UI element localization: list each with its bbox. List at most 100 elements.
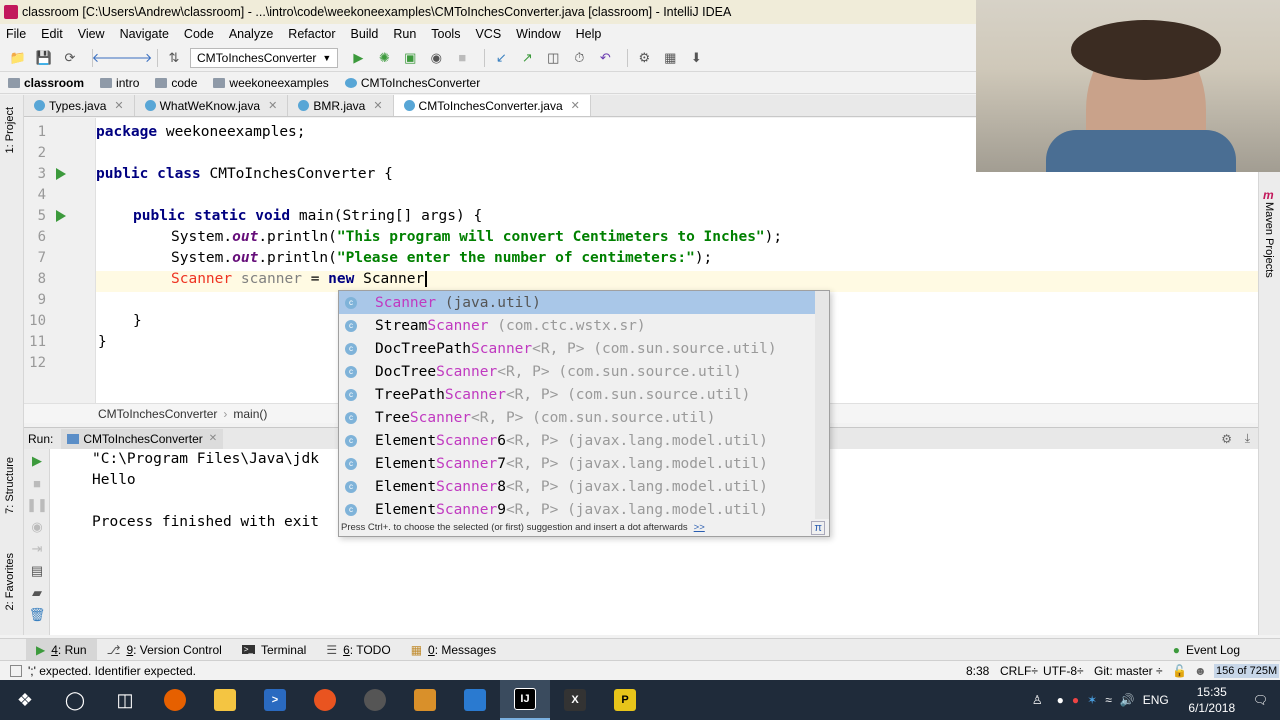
tab-bmr[interactable]: BMR.java ✕: [288, 95, 394, 116]
messages-tool-button[interactable]: ▦ 0: Messages: [401, 639, 506, 661]
build-icon[interactable]: ⇅: [164, 48, 184, 68]
completion-item[interactable]: c Element Scanner 6 <R, P> (javax.lang.model…: [339, 429, 815, 452]
revert-icon[interactable]: ↶: [595, 48, 615, 68]
close-icon[interactable]: ✕: [268, 99, 277, 112]
pause-icon[interactable]: ❚❚: [26, 495, 48, 515]
tab-cmtoinches[interactable]: CMToInchesConverter.java ✕: [393, 95, 591, 116]
menu-code[interactable]: Code: [184, 27, 214, 41]
file-explorer-icon[interactable]: [200, 680, 250, 720]
file-encoding[interactable]: UTF-8÷: [1043, 664, 1084, 678]
menu-navigate[interactable]: Navigate: [120, 27, 169, 41]
run-tab[interactable]: CMToInchesConverter ✕: [61, 428, 224, 449]
run-icon[interactable]: ▶: [348, 48, 368, 68]
completion-item[interactable]: c Scanner (java.util): [339, 291, 815, 314]
menu-help[interactable]: Help: [576, 27, 602, 41]
vcs-commit-icon[interactable]: ↗: [517, 48, 537, 68]
obs-icon[interactable]: [350, 680, 400, 720]
tab-whatweknow[interactable]: WhatWeKnow.java ✕: [135, 95, 289, 116]
more-link[interactable]: >>: [694, 522, 705, 533]
vcs-compare-icon[interactable]: ◫: [543, 48, 563, 68]
vscode-icon[interactable]: [450, 680, 500, 720]
git-branch[interactable]: Git: master ÷: [1094, 664, 1163, 678]
clock[interactable]: 15:35 6/1/2018: [1177, 684, 1247, 716]
menu-refactor[interactable]: Refactor: [288, 27, 335, 41]
completion-item[interactable]: c DocTree Scanner <R, P> (com.sun.source.ut…: [339, 360, 815, 383]
ubuntu-icon[interactable]: [300, 680, 350, 720]
hide-panel-icon[interactable]: ⤓: [1245, 431, 1250, 446]
open-folder-icon[interactable]: 📁: [8, 48, 28, 68]
debug-icon[interactable]: ✺: [374, 48, 394, 68]
breadcrumb-intro[interactable]: intro: [100, 76, 139, 90]
completion-item[interactable]: c Element Scanner 9 <R, P> (javax.lang.model…: [339, 498, 815, 521]
vcs-update-icon[interactable]: ↙: [491, 48, 511, 68]
cortana-icon[interactable]: ◯: [50, 680, 100, 720]
language-indicator[interactable]: ENG: [1143, 693, 1169, 707]
pi-icon[interactable]: π: [811, 521, 825, 535]
menu-run[interactable]: Run: [393, 27, 416, 41]
favorites-tool-button[interactable]: 2: Favorites: [4, 553, 16, 610]
firefox-icon[interactable]: [150, 680, 200, 720]
forward-icon[interactable]: 🡒: [118, 48, 153, 68]
completion-item[interactable]: c TreePath Scanner <R, P> (com.sun.source.u…: [339, 383, 815, 406]
caret-position[interactable]: 8:38: [966, 664, 989, 678]
save-icon[interactable]: 💾: [34, 48, 54, 68]
menu-window[interactable]: Window: [516, 27, 560, 41]
crumb-method[interactable]: main(): [233, 407, 267, 421]
todo-tool-button[interactable]: ☰ 6: TODO: [316, 639, 400, 661]
volume-icon[interactable]: 🔊: [1120, 693, 1135, 707]
structure-tool-button[interactable]: 7: Structure: [4, 457, 16, 514]
app-icon[interactable]: P: [600, 680, 650, 720]
trash-icon[interactable]: 🗑: [27, 605, 47, 625]
menu-file[interactable]: File: [6, 27, 26, 41]
stop-icon[interactable]: ■: [452, 48, 472, 68]
exit-icon[interactable]: ⇥: [27, 539, 47, 559]
run-config-select[interactable]: CMToInchesConverter ▼: [190, 47, 339, 68]
close-icon[interactable]: ✕: [114, 99, 123, 112]
sync-icon[interactable]: ⟳: [60, 48, 80, 68]
wifi-icon[interactable]: ≈: [1105, 693, 1112, 707]
xming-icon[interactable]: X: [550, 680, 600, 720]
completion-item[interactable]: c Tree Scanner <R, P> (com.sun.source.util): [339, 406, 815, 429]
stop-icon[interactable]: ■: [27, 473, 47, 493]
settings-icon[interactable]: ⚙: [634, 48, 654, 68]
completion-item[interactable]: c Stream Scanner (com.ctc.wstx.sr): [339, 314, 815, 337]
run-main-icon[interactable]: [56, 210, 66, 222]
completion-scrollbar[interactable]: [815, 291, 829, 519]
completion-item[interactable]: c DocTreePath Scanner <R, P> (com.sun.sourc…: [339, 337, 815, 360]
rerun-icon[interactable]: ▶: [27, 451, 47, 471]
matlab-icon[interactable]: [400, 680, 450, 720]
line-separator[interactable]: CRLF÷: [1000, 664, 1038, 678]
version-control-tool-button[interactable]: ⎇ 9: Version Control: [97, 639, 232, 661]
memory-indicator[interactable]: 156 of 725M: [1214, 663, 1280, 678]
project-structure-icon[interactable]: ▦: [660, 48, 680, 68]
coverage-icon[interactable]: ▣: [400, 48, 420, 68]
breadcrumb-code[interactable]: code: [155, 76, 197, 90]
gear-icon[interactable]: ⚙: [1221, 432, 1232, 446]
menu-analyze[interactable]: Analyze: [229, 27, 273, 41]
tab-types[interactable]: Types.java ✕: [24, 95, 135, 116]
pin-icon[interactable]: ▰: [27, 583, 47, 603]
menu-view[interactable]: View: [78, 27, 105, 41]
vcs-history-icon[interactable]: ⏱: [569, 48, 589, 68]
breadcrumb-class[interactable]: CMToInchesConverter: [344, 76, 480, 90]
terminal-tool-button[interactable]: >_ Terminal: [232, 639, 316, 661]
status-toggle-icon[interactable]: [10, 664, 22, 677]
run-class-icon[interactable]: [56, 168, 66, 180]
menu-edit[interactable]: Edit: [41, 27, 63, 41]
camera-icon[interactable]: ◉: [27, 517, 47, 537]
close-icon[interactable]: ✕: [209, 433, 217, 444]
completion-item[interactable]: c Element Scanner 7 <R, P> (javax.lang.model…: [339, 452, 815, 475]
close-icon[interactable]: ✕: [571, 99, 580, 112]
maven-projects-tool-button[interactable]: Maven Projects: [1263, 202, 1275, 278]
breadcrumb-weekoneexamples[interactable]: weekoneexamples: [213, 76, 329, 90]
lock-icon[interactable]: 🔓: [1172, 664, 1187, 678]
sdk-icon[interactable]: ⬇: [686, 48, 706, 68]
hector-icon[interactable]: ☻: [1194, 664, 1207, 678]
profile-icon[interactable]: ◉: [426, 48, 446, 68]
menu-build[interactable]: Build: [351, 27, 379, 41]
run-tool-button[interactable]: ▶ 4: Run: [26, 638, 97, 661]
windows-start-icon[interactable]: ❖: [0, 680, 50, 720]
tray-icon[interactable]: ●: [1057, 693, 1064, 707]
people-icon[interactable]: ♙: [1032, 693, 1043, 707]
powershell-icon[interactable]: >: [250, 680, 300, 720]
